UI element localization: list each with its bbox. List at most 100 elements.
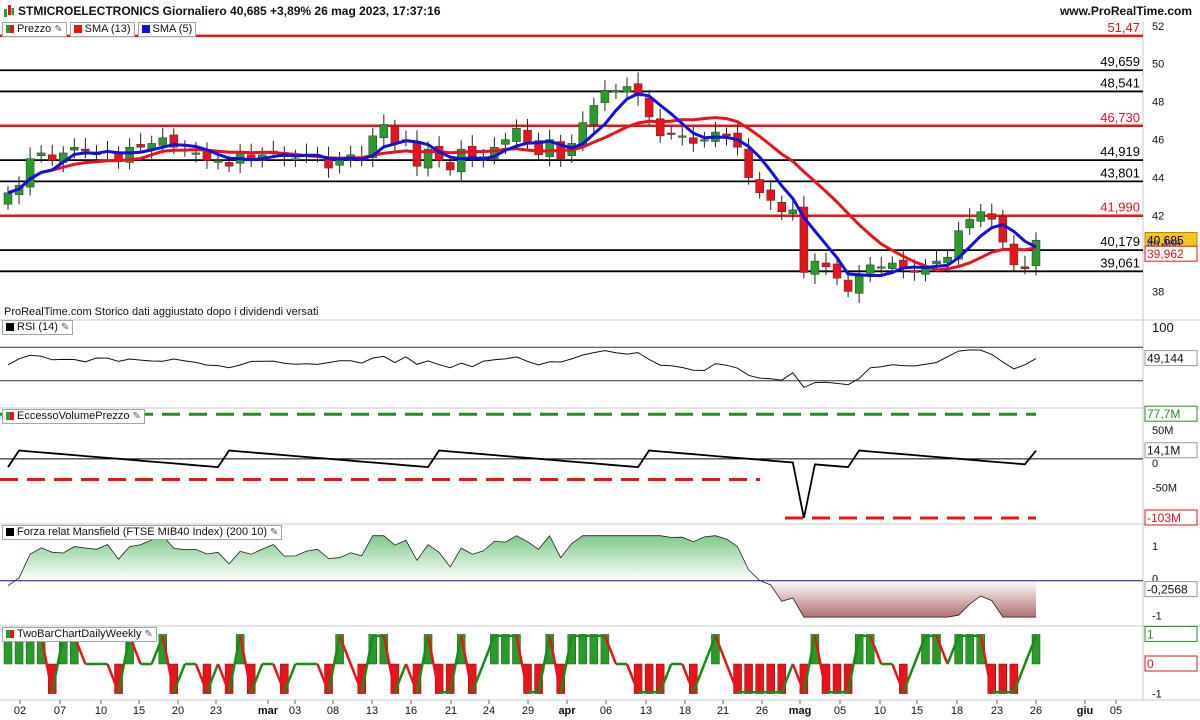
legend-price[interactable]: Prezzo ✎ [2,21,67,37]
x-axis-label: 29 [522,705,534,717]
x-axis-label: mag [789,705,812,717]
candle-body [589,105,599,125]
legend-sma13[interactable]: SMA (13) [69,21,135,37]
volume-axis-tick: -50M [1152,483,1177,495]
candle-body [1020,266,1030,269]
candle-body [47,154,57,161]
candle-body [810,260,820,275]
price-level-label: 39,061 [1100,255,1140,270]
candle-body [512,128,521,142]
wrench-icon[interactable]: ✎ [270,527,278,538]
volume-line [7,449,1037,519]
price-axis-tick: 44 [1152,173,1164,185]
mansfield-negative-area [8,580,1036,618]
price-level-label: 46,730 [1100,110,1140,125]
legend-sma5[interactable]: SMA (5) [137,21,197,37]
wrench-icon[interactable]: ✎ [133,411,141,422]
rsi-value-badge: 49,144 [1147,352,1184,366]
wrench-icon[interactable]: ✎ [145,629,153,640]
x-axis-label: 15 [911,705,923,717]
candle-body [611,90,621,93]
twobar-axis-tick: -1 [1152,689,1162,701]
twobar-up-bar [589,634,599,665]
price-axis-tick: 50 [1152,59,1164,71]
twobar-swatch-icon [6,630,14,638]
x-axis-label: giu [1077,705,1094,717]
candle-body [501,139,510,145]
candle-body [70,146,79,151]
candle-body [81,148,90,152]
wrench-icon[interactable]: ✎ [54,24,62,35]
candle-body [876,266,886,269]
candle-body [766,189,775,201]
price-level-label: 48,541 [1100,75,1140,90]
price-axis-tick: 38 [1152,286,1164,298]
x-axis-label: 10 [95,705,107,717]
x-axis-label: 06 [600,705,612,717]
wrench-icon[interactable]: ✎ [61,322,69,333]
candle-body [523,129,532,144]
twobar-up-bar [578,634,588,665]
twobar-down-bar [766,663,775,694]
x-axis-label: 13 [366,705,378,717]
twobar-legend: TwoBarChartDailyWeekly ✎ [2,626,160,642]
x-axis-label: 16 [405,705,417,717]
mansfield-legend: Forza relat Mansfield (FTSE MIB40 Index)… [2,524,285,540]
volume-lower-badge: -103M [1147,511,1181,525]
volume-axis-tick: 0 [1152,458,1158,470]
legend-twobar[interactable]: TwoBarChartDailyWeekly ✎ [2,626,157,642]
candle-body [678,135,687,138]
candle-body [965,219,974,229]
twobar-down-bar [744,663,753,694]
candle-body [36,152,46,157]
volume-upper-badge: 77,7M [1147,407,1180,421]
volume-legend: EccessoVolumePrezzo ✎ [2,408,148,424]
candle-body [3,192,13,205]
candle-body [700,139,709,142]
price-level-label: 49,659 [1100,54,1140,69]
x-axis-label: 05 [1110,705,1122,717]
price-level-label: 41,990 [1100,200,1140,215]
candle-body [722,133,731,137]
candle-body [998,216,1008,243]
candle-body [821,262,831,268]
price-level-label: 51,47 [1107,20,1140,35]
x-axis-label: 02 [14,705,26,717]
twobar-value-badge: 0 [1147,657,1154,671]
sma13-swatch-icon [73,25,82,33]
x-axis-label: 18 [679,705,691,717]
candle-body [412,141,422,167]
twobar-down-bar [832,663,842,694]
price-axis-tick: 42 [1152,211,1164,223]
legend-volume[interactable]: EccessoVolumePrezzo ✎ [2,408,145,424]
x-axis-label: 18 [951,705,963,717]
price-legend: Prezzo ✎ SMA (13) SMA (5) [2,21,199,37]
volume-axis-tick: 50M [1152,425,1173,437]
legend-mansfield[interactable]: Forza relat Mansfield (FTSE MIB40 Index)… [2,524,283,540]
price-level-label: 40,179 [1100,234,1140,249]
twobar-up-bar [965,634,974,665]
candle-body [379,124,389,138]
x-axis-label: 23 [991,705,1003,717]
x-axis-label: 26 [756,705,768,717]
price-level-label: 43,801 [1100,165,1140,180]
sma5-line [7,92,1037,277]
volume-swatch-icon [6,412,14,420]
x-axis-label: 10 [874,705,886,717]
x-axis-label: apr [558,705,576,717]
legend-rsi[interactable]: RSI (14) ✎ [2,319,74,335]
candle-body [888,262,897,269]
chart-canvas[interactable]: 51,47 49,659 48,541 46,730 44,919 43,801 41,99… [0,0,1200,720]
candle-body [744,148,753,178]
price-level-label: 44,919 [1100,144,1140,159]
rsi-legend: RSI (14) ✎ [2,319,76,335]
candle-body [843,279,853,292]
mansfield-swatch-icon [6,528,14,536]
sma13-value-badge: 39,962 [1147,247,1184,261]
x-axis-label: 26 [1030,705,1042,717]
sma5-swatch-icon [141,25,150,33]
candle-body [666,132,676,135]
candles-group [3,72,1041,304]
candle-body [777,202,787,212]
candle-body [987,213,997,220]
